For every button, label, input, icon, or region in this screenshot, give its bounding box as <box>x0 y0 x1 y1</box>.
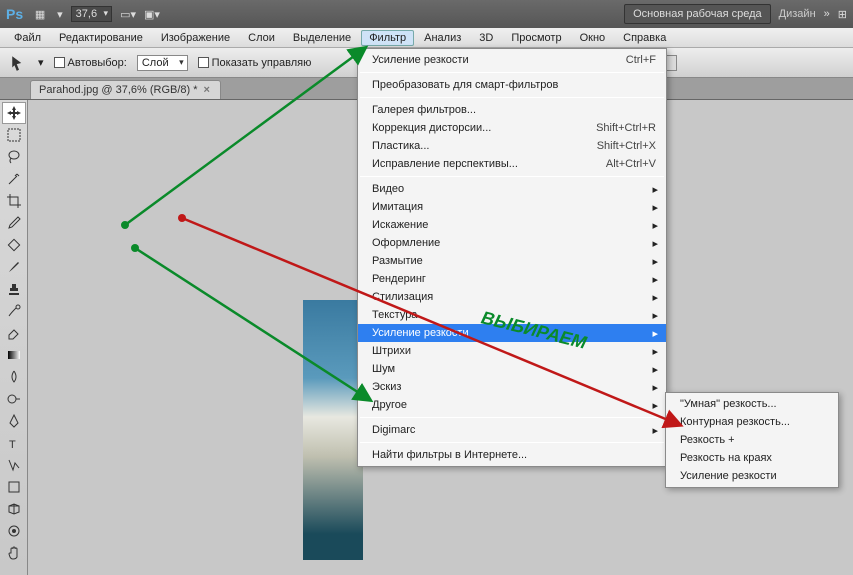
menu-window[interactable]: Окно <box>572 30 614 46</box>
show-controls-checkbox[interactable] <box>198 57 209 68</box>
filter-group-distort[interactable]: Искажение▸ <box>358 216 666 234</box>
document-tab-label: Parahod.jpg @ 37,6% (RGB/8) * <box>39 84 198 96</box>
filter-group-blur[interactable]: Размытие▸ <box>358 252 666 270</box>
document-tab[interactable]: Parahod.jpg @ 37,6% (RGB/8) * × <box>30 80 221 99</box>
menubar: Файл Редактирование Изображение Слои Выд… <box>0 28 853 48</box>
submenu-sharpen[interactable]: Усиление резкости <box>666 467 838 485</box>
gradient-tool[interactable] <box>2 344 26 366</box>
arrange-icon: ▾ <box>57 8 63 21</box>
layer-select[interactable]: Слой <box>137 55 188 71</box>
filter-lens[interactable]: Коррекция дисторсии...Shift+Ctrl+R <box>358 119 666 137</box>
filter-group-sketch[interactable]: Эскиз▸ <box>358 378 666 396</box>
bridge-icon[interactable]: ▦ <box>31 5 49 23</box>
menu-3d[interactable]: 3D <box>471 30 501 46</box>
wand-tool[interactable] <box>2 168 26 190</box>
menu-file[interactable]: Файл <box>6 30 49 46</box>
autoselect-checkbox[interactable] <box>54 57 65 68</box>
menu-edit[interactable]: Редактирование <box>51 30 151 46</box>
filter-group-stylize[interactable]: Стилизация▸ <box>358 288 666 306</box>
menu-layers[interactable]: Слои <box>240 30 283 46</box>
menu-image[interactable]: Изображение <box>153 30 238 46</box>
filter-online[interactable]: Найти фильтры в Интернете... <box>358 446 666 464</box>
3d-tool[interactable] <box>2 498 26 520</box>
submenu-smart-sharpen[interactable]: "Умная" резкость... <box>666 395 838 413</box>
move-tool-icon <box>10 54 28 72</box>
titlebar: Ps ▦ ▾ 37,6 ▭▾ ▣▾ Основная рабочая среда… <box>0 0 853 28</box>
svg-text:T: T <box>9 439 16 451</box>
stamp-tool[interactable] <box>2 278 26 300</box>
filter-group-noise[interactable]: Шум▸ <box>358 360 666 378</box>
filter-digimarc[interactable]: Digimarc▸ <box>358 421 666 439</box>
submenu-sharpen-edges[interactable]: Резкость на краях <box>666 449 838 467</box>
toolbox: T <box>0 100 28 575</box>
show-controls-label: Показать управляю <box>198 57 312 69</box>
menu-view[interactable]: Просмотр <box>503 30 569 46</box>
filter-liquify[interactable]: Пластика...Shift+Ctrl+X <box>358 137 666 155</box>
arrange-docs-icon[interactable]: ▭▾ <box>120 8 136 21</box>
chevrons-icon[interactable]: » <box>824 8 830 20</box>
submenu-unsharp-mask[interactable]: Контурная резкость... <box>666 413 838 431</box>
pen-tool[interactable] <box>2 410 26 432</box>
sharpen-submenu: "Умная" резкость... Контурная резкость..… <box>665 392 839 488</box>
marquee-tool[interactable] <box>2 124 26 146</box>
filter-group-brushstrokes[interactable]: Штрихи▸ <box>358 342 666 360</box>
filter-gallery[interactable]: Галерея фильтров... <box>358 101 666 119</box>
menu-analysis[interactable]: Анализ <box>416 30 469 46</box>
filter-vanish[interactable]: Исправление перспективы...Alt+Ctrl+V <box>358 155 666 173</box>
dodge-tool[interactable] <box>2 388 26 410</box>
type-tool[interactable]: T <box>2 432 26 454</box>
camera-tool[interactable] <box>2 520 26 542</box>
filter-group-video[interactable]: Видео▸ <box>358 180 666 198</box>
filter-dropdown: Усиление резкостиCtrl+F Преобразовать дл… <box>357 48 667 467</box>
hand-tool[interactable] <box>2 542 26 564</box>
menu-help[interactable]: Справка <box>615 30 674 46</box>
eraser-tool[interactable] <box>2 322 26 344</box>
close-tab-icon[interactable]: × <box>204 84 210 96</box>
filter-last[interactable]: Усиление резкостиCtrl+F <box>358 51 666 69</box>
menu-select[interactable]: Выделение <box>285 30 359 46</box>
search-icon[interactable]: ⊞ <box>838 8 847 21</box>
brush-tool[interactable] <box>2 256 26 278</box>
design-label[interactable]: Дизайн <box>779 8 816 20</box>
autoselect-label: Автовыбор: <box>54 57 127 69</box>
history-brush-tool[interactable] <box>2 300 26 322</box>
filter-group-pixelate[interactable]: Оформление▸ <box>358 234 666 252</box>
lasso-tool[interactable] <box>2 146 26 168</box>
menu-filter[interactable]: Фильтр <box>361 30 414 46</box>
zoom-dropdown[interactable]: 37,6 <box>71 6 112 22</box>
shape-tool[interactable] <box>2 476 26 498</box>
move-tool[interactable] <box>2 102 26 124</box>
blur-tool[interactable] <box>2 366 26 388</box>
document-image <box>303 300 363 560</box>
filter-group-artistic[interactable]: Имитация▸ <box>358 198 666 216</box>
app-logo: Ps <box>6 6 23 22</box>
crop-tool[interactable] <box>2 190 26 212</box>
screen-mode-icon[interactable]: ▣▾ <box>144 8 160 21</box>
workspace-button[interactable]: Основная рабочая среда <box>624 4 771 24</box>
healing-tool[interactable] <box>2 234 26 256</box>
eyedropper-tool[interactable] <box>2 212 26 234</box>
filter-smart[interactable]: Преобразовать для смарт-фильтров <box>358 76 666 94</box>
path-tool[interactable] <box>2 454 26 476</box>
filter-group-other[interactable]: Другое▸ <box>358 396 666 414</box>
submenu-sharpen-more[interactable]: Резкость + <box>666 431 838 449</box>
filter-group-render[interactable]: Рендеринг▸ <box>358 270 666 288</box>
